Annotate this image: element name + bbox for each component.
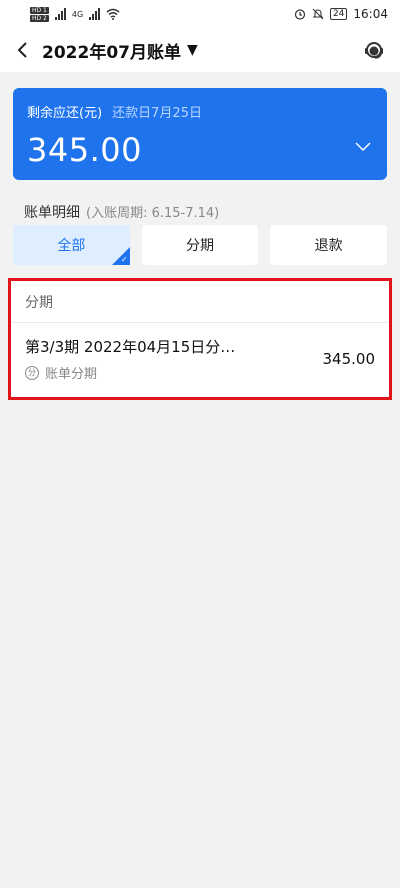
tab-all-label: 全部	[57, 238, 86, 254]
due-date-text: 还款日7月25日	[112, 106, 202, 121]
tab-installment-label: 分期	[186, 238, 214, 254]
tab-refund[interactable]: 退款	[270, 225, 388, 265]
item-type: 账单分期	[45, 367, 98, 382]
hd1-badge: HD 1	[30, 6, 49, 14]
signal-icon	[54, 8, 66, 20]
tab-all[interactable]: 全部 ✓	[13, 225, 130, 265]
tab-installment[interactable]: 分期	[141, 225, 259, 265]
top-header: 2022年07月账单 ▼	[0, 28, 400, 72]
page-title: 2022年07月账单	[42, 42, 181, 63]
battery-indicator: 24	[329, 8, 348, 20]
caret-down-icon: ▼	[186, 42, 198, 58]
status-bar: HD 1 HD 2 4G 24 16:04	[0, 0, 400, 28]
back-button[interactable]	[12, 40, 32, 60]
status-right: 24 16:04	[294, 7, 388, 21]
hd-badges: HD 1 HD 2	[30, 6, 49, 22]
bill-detail-heading: 账单明细 (入账周期: 6.15-7.14)	[24, 202, 219, 222]
item-amount: 345.00	[322, 350, 376, 368]
chevron-left-icon	[17, 42, 27, 58]
bill-month-selector[interactable]: 2022年07月账单 ▼	[42, 38, 198, 63]
tab-refund-label: 退款	[314, 238, 343, 254]
bill-detail-title: 账单明细	[24, 205, 80, 221]
remaining-amount: 345.00	[27, 131, 142, 169]
chevron-down-icon[interactable]	[355, 142, 371, 152]
signal-icon-2	[89, 8, 101, 20]
check-icon: ✓	[120, 255, 128, 264]
billing-period: (入账周期: 6.15-7.14)	[86, 206, 220, 221]
filter-tabs: 全部 ✓ 分期 退款	[13, 225, 388, 265]
installment-list: 分期 第3/3期 2022年04月15日分… 分 账单分期 345.00	[8, 278, 392, 400]
list-header: 分期	[11, 281, 389, 323]
installment-icon: 分	[25, 365, 39, 380]
alarm-icon	[294, 9, 306, 20]
list-item[interactable]: 第3/3期 2022年04月15日分… 分 账单分期 345.00	[11, 323, 389, 395]
balance-card[interactable]: 剩余应还(元) 还款日7月25日 345.00	[13, 88, 387, 180]
remaining-label: 剩余应还(元)	[27, 106, 103, 121]
item-title: 第3/3期 2022年04月15日分…	[25, 338, 236, 356]
wifi-icon	[106, 8, 120, 20]
customer-service-icon[interactable]	[362, 38, 386, 62]
clock: 16:04	[353, 7, 388, 21]
mute-bell-icon	[312, 8, 324, 20]
item-subtitle: 分 账单分期	[25, 363, 265, 382]
network-type: 4G	[71, 9, 84, 19]
hd2-badge: HD 2	[30, 14, 49, 22]
status-left: HD 1 HD 2 4G	[30, 6, 120, 22]
